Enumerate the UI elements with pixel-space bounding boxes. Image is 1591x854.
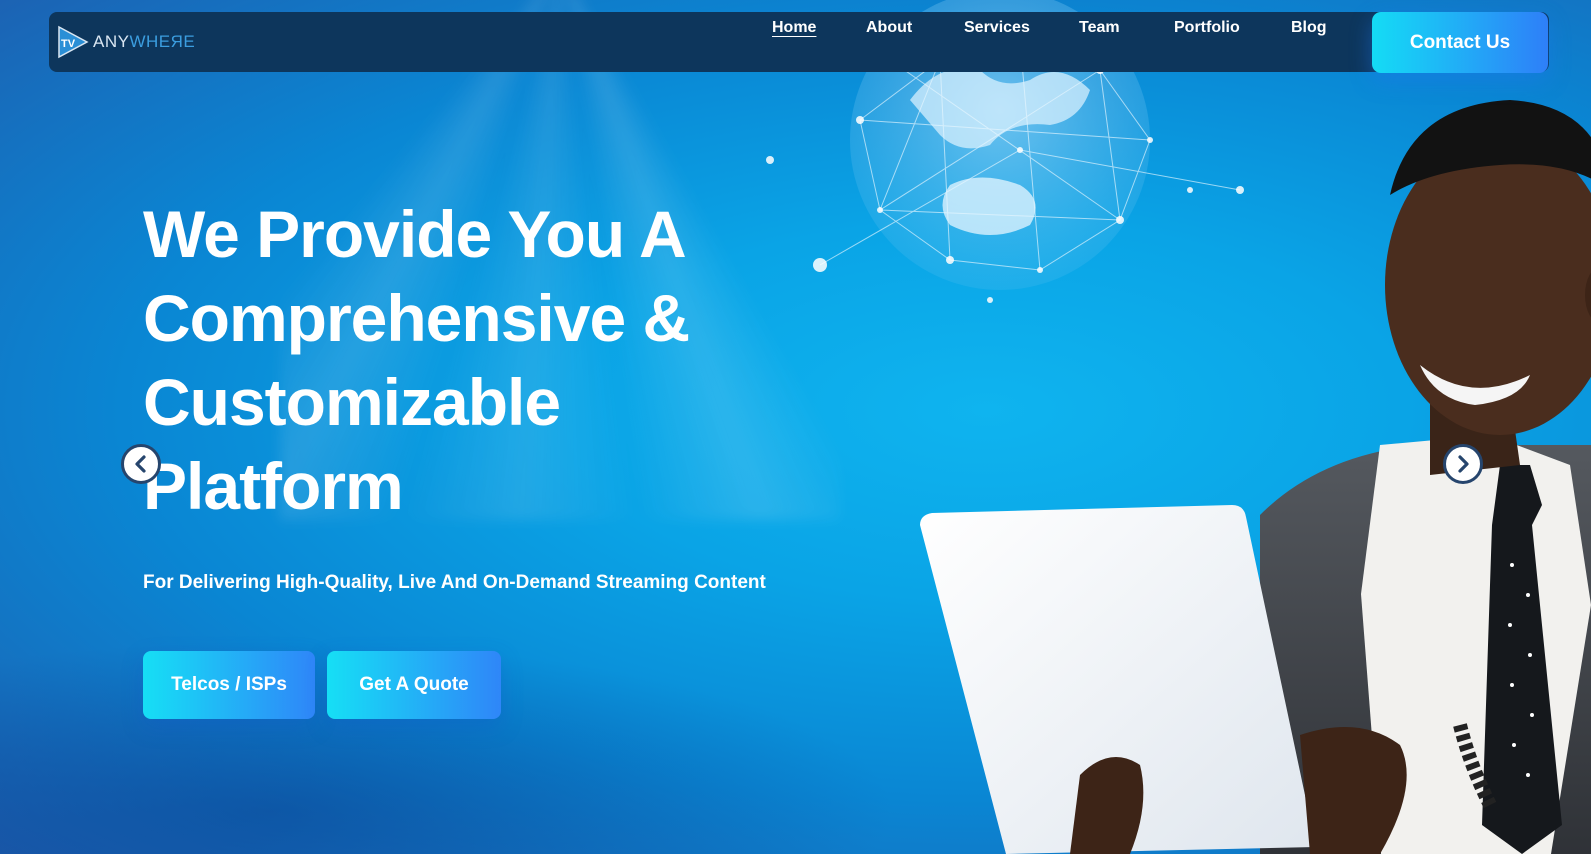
businessman-with-laptop-image xyxy=(920,100,1591,854)
nav-blog[interactable]: Blog xyxy=(1291,19,1327,37)
slider-prev-button[interactable] xyxy=(121,444,161,484)
site-logo[interactable]: TV ANYWHEЯE xyxy=(55,22,195,62)
telcos-isps-button[interactable]: Telcos / ISPs xyxy=(143,651,315,719)
nav-portfolio[interactable]: Portfolio xyxy=(1174,19,1240,37)
contact-us-button[interactable]: Contact Us xyxy=(1372,12,1548,73)
slider-next-button[interactable] xyxy=(1443,444,1483,484)
headline-line-2: Comprehensive & xyxy=(143,281,690,355)
logo-word-a: ANY xyxy=(93,32,130,51)
hero-headline: We Provide You A Comprehensive & Customi… xyxy=(143,192,783,528)
chevron-right-icon xyxy=(1458,455,1469,473)
chevron-left-icon xyxy=(135,455,146,473)
headline-line-1: We Provide You A xyxy=(143,197,687,271)
nav-services[interactable]: Services xyxy=(964,19,1030,37)
hero-subtitle: For Delivering High-Quality, Live And On… xyxy=(143,572,766,593)
logo-word-b: WHEЯE xyxy=(129,32,196,51)
headline-line-4: Platform xyxy=(143,449,404,523)
headline-line-3: Customizable xyxy=(143,365,561,439)
get-a-quote-button[interactable]: Get A Quote xyxy=(327,651,501,719)
nav-home[interactable]: Home xyxy=(772,19,816,37)
tv-play-logo-icon: TV xyxy=(58,25,89,59)
logo-mark-text: TV xyxy=(61,38,76,50)
nav-about[interactable]: About xyxy=(866,19,912,37)
logo-wordmark: ANYWHEЯE xyxy=(93,32,195,52)
nav-team[interactable]: Team xyxy=(1079,19,1120,37)
